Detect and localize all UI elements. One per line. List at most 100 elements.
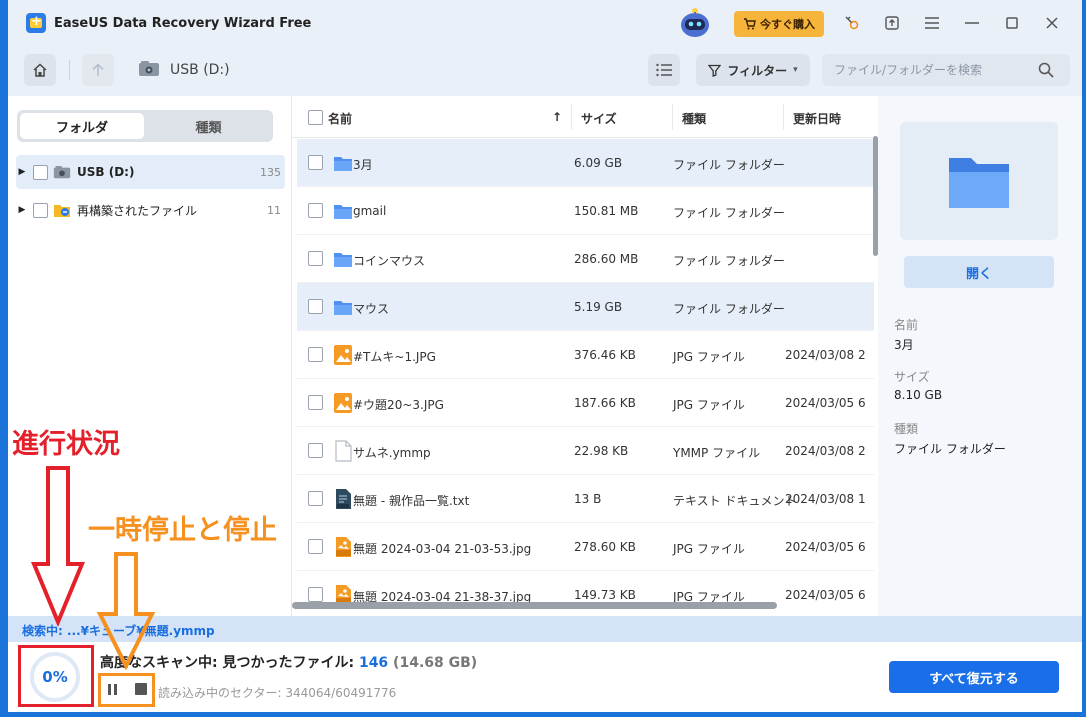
- recover-all-button[interactable]: すべて復元する: [889, 661, 1059, 693]
- file-row[interactable]: マウス 5.19 GB ファイル フォルダー: [297, 283, 874, 331]
- preview-area: [900, 122, 1058, 240]
- file-size: 286.60 MB: [574, 252, 639, 266]
- sector-progress-text: 読み込み中のセクター: 344064/60491776: [158, 686, 397, 700]
- column-header-modified[interactable]: 更新日時: [793, 110, 841, 127]
- folder-preview-icon: [949, 158, 1009, 208]
- up-folder-button[interactable]: [82, 54, 114, 86]
- close-icon[interactable]: [1042, 13, 1062, 33]
- filter-label: フィルター: [727, 63, 788, 78]
- tree-item-label: USB (D:): [77, 165, 135, 179]
- menu-icon[interactable]: [922, 13, 942, 33]
- tree-item-usb-drive[interactable]: ▶ USB (D:) 135: [16, 155, 285, 189]
- image-icon: [334, 393, 352, 413]
- file-size: 187.66 KB: [574, 396, 636, 410]
- tab-folder[interactable]: フォルダ: [20, 113, 144, 139]
- row-checkbox[interactable]: [308, 491, 323, 506]
- assistant-robot-icon[interactable]: [676, 6, 714, 40]
- file-row[interactable]: コインマウス 286.60 MB ファイル フォルダー: [297, 235, 874, 283]
- file-list-header: 名前 ↑ サイズ 種類 更新日時: [292, 96, 878, 138]
- row-checkbox[interactable]: [308, 299, 323, 314]
- file-name: gmail: [353, 204, 387, 218]
- tree-item-checkbox[interactable]: [33, 202, 48, 218]
- file-row[interactable]: 無題 - 親作品一覧.txt 13 B テキスト ドキュメント 2024/03/…: [297, 475, 874, 523]
- file-type: ファイル フォルダー: [673, 302, 785, 316]
- file-type: JPG ファイル: [673, 350, 745, 364]
- upload-icon[interactable]: [882, 13, 902, 33]
- row-checkbox[interactable]: [308, 395, 323, 410]
- file-date: 2024/03/08 2: [785, 444, 866, 458]
- folder-icon: [334, 253, 352, 267]
- file-row[interactable]: 無題 2024-03-04 21-38-37.jpg 149.73 KB JPG…: [297, 571, 874, 616]
- file-size: 5.19 GB: [574, 300, 623, 314]
- file-size: 13 B: [574, 492, 602, 506]
- file-type: テキスト ドキュメント: [673, 494, 797, 508]
- file-row[interactable]: #Tムキ~1.JPG 376.46 KB JPG ファイル 2024/03/08…: [297, 331, 874, 379]
- file-row[interactable]: #ウ題20~3.JPG 187.66 KB JPG ファイル 2024/03/0…: [297, 379, 874, 427]
- home-button[interactable]: [24, 54, 56, 86]
- search-input[interactable]: [822, 54, 1070, 86]
- search-icon[interactable]: [1038, 62, 1054, 78]
- column-header-size[interactable]: サイズ: [581, 110, 617, 127]
- usb-drive-icon: [139, 61, 159, 76]
- view-mode-toggle: フォルダ 種類: [17, 110, 273, 142]
- search-status-line: 検索中: ...¥キューブ¥無題.ymmp: [8, 616, 1082, 642]
- tab-type[interactable]: 種類: [147, 113, 270, 139]
- row-checkbox[interactable]: [308, 203, 323, 218]
- file-date: 2024/03/08 2: [785, 348, 866, 362]
- key-icon[interactable]: [842, 13, 862, 33]
- row-checkbox[interactable]: [308, 347, 323, 362]
- file-name: マウス: [353, 302, 390, 316]
- file-type: ファイル フォルダー: [673, 254, 785, 268]
- file-size: 278.60 KB: [574, 540, 636, 554]
- detail-size-key: サイズ: [894, 370, 930, 384]
- file-row[interactable]: gmail 150.81 MB ファイル フォルダー: [297, 187, 874, 235]
- file-size: 6.09 GB: [574, 156, 623, 170]
- file-name: コインマウス: [353, 254, 426, 268]
- row-checkbox[interactable]: [308, 587, 323, 602]
- column-divider: [783, 104, 784, 130]
- horizontal-scrollbar[interactable]: [292, 602, 777, 609]
- file-date: 2024/03/05 6: [785, 588, 866, 602]
- file-name: 3月: [353, 158, 373, 172]
- filter-button[interactable]: フィルター ▾: [696, 54, 810, 86]
- toolbar-divider: [69, 60, 70, 80]
- detail-size-value: 8.10 GB: [894, 388, 943, 402]
- expand-caret-icon[interactable]: ▶: [16, 205, 28, 215]
- minimize-icon[interactable]: [962, 13, 982, 33]
- row-checkbox[interactable]: [308, 539, 323, 554]
- row-checkbox[interactable]: [308, 443, 323, 458]
- annotation-pause-stop-label: 一時停止と停止: [88, 515, 278, 547]
- open-button[interactable]: 開く: [904, 256, 1054, 288]
- found-file-size: (14.68 GB): [388, 655, 478, 671]
- row-checkbox[interactable]: [308, 155, 323, 170]
- maximize-icon[interactable]: [1002, 13, 1022, 33]
- file-row[interactable]: 無題 2024-03-04 21-03-53.jpg 278.60 KB JPG…: [297, 523, 874, 571]
- file-type: YMMP ファイル: [673, 446, 761, 460]
- tree-item-label: 再構築されたファイル: [77, 203, 198, 218]
- buy-now-label: 今すぐ購入: [760, 18, 815, 31]
- usb-drive-icon: [53, 165, 71, 178]
- scan-status-title: 高度なスキャン中: 見つかったファイル: 146 (14.68 GB): [100, 652, 477, 672]
- folder-icon: [334, 205, 352, 219]
- image-icon: [334, 345, 352, 365]
- file-list-panel: 名前 ↑ サイズ 種類 更新日時 3月 6.09 GB ファイル フォルダー g…: [291, 96, 878, 616]
- file-size: 22.98 KB: [574, 444, 629, 458]
- expand-caret-icon[interactable]: ▶: [16, 167, 28, 177]
- column-header-name[interactable]: 名前: [328, 110, 352, 127]
- file-row[interactable]: サムネ.ymmp 22.98 KB YMMP ファイル 2024/03/08 2: [297, 427, 874, 475]
- annotation-red-arrow-icon: [31, 466, 85, 626]
- file-name: #ウ題20~3.JPG: [353, 398, 444, 412]
- tree-item-checkbox[interactable]: [33, 164, 48, 180]
- tree-item-reconstructed-files[interactable]: ▶ 再構築されたファイル 11: [16, 193, 285, 227]
- list-view-button[interactable]: [648, 54, 680, 86]
- file-type: ファイル フォルダー: [673, 206, 785, 220]
- buy-now-button[interactable]: 今すぐ購入: [734, 11, 824, 37]
- column-header-type[interactable]: 種類: [682, 110, 706, 127]
- sort-arrow-up-icon[interactable]: ↑: [552, 110, 562, 124]
- filter-icon: [708, 64, 722, 77]
- detail-name-value: 3月: [894, 338, 914, 352]
- file-row[interactable]: 3月 6.09 GB ファイル フォルダー: [297, 139, 874, 187]
- select-all-checkbox[interactable]: [308, 110, 323, 125]
- column-divider: [571, 104, 572, 130]
- row-checkbox[interactable]: [308, 251, 323, 266]
